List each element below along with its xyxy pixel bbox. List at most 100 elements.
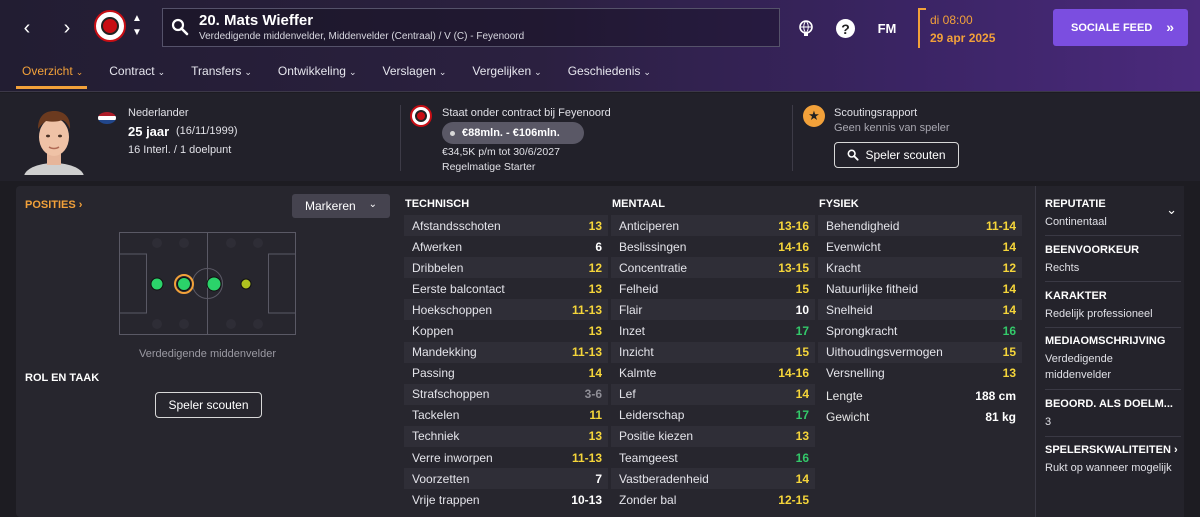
character-section: KARAKTER Redelijk professioneel (1045, 290, 1181, 322)
chevron-right-icon: › (75, 199, 83, 211)
player-face-image[interactable] (20, 103, 88, 175)
tab-contract[interactable]: Contract ⌄ (103, 62, 165, 88)
technical-attribute-row[interactable]: Techniek 13 (404, 425, 608, 448)
attribute-name: Passing (412, 366, 455, 381)
attribute-name: Inzet (619, 324, 646, 339)
position-dot-am (240, 278, 252, 290)
body-measurements: Lengte 188 cm Gewicht 81 kg (818, 385, 1022, 427)
mental-attribute-row[interactable]: Felheid 15 (611, 278, 815, 299)
scout-player-button[interactable]: Speler scouten (834, 142, 959, 168)
mental-attribute-row[interactable]: Beslissingen 14-16 (611, 236, 815, 257)
physical-attributes: Behendigheid 11-14 Evenwicht 14 Kracht 12 Natu… (818, 215, 1022, 384)
media-heading: MEDIAOMSCHRIJVING (1045, 335, 1166, 347)
mental-attribute-row[interactable]: Anticiperen 13-16 (611, 215, 815, 237)
attribute-name: Kalmte (619, 366, 657, 381)
tab-ontwikkeling[interactable]: Ontwikkeling ⌄ (272, 62, 357, 88)
mental-attribute-row[interactable]: Flair 10 (611, 299, 815, 321)
transfer-value-badge[interactable]: €88mln. - €106mln. (442, 122, 584, 144)
social-feed-button[interactable]: SOCIALE FEED » (1053, 9, 1188, 46)
attribute-name: Dribbelen (412, 260, 464, 275)
technical-attribute-row[interactable]: Afwerken 6 (404, 236, 608, 257)
physical-attribute-row[interactable]: Sprongkracht 16 (818, 320, 1022, 341)
attribute-name: Koppen (412, 324, 454, 339)
physical-attribute-row[interactable]: Snelheid 14 (818, 299, 1022, 321)
attribute-value: 6 (595, 239, 602, 254)
attribute-name: Voorzetten (412, 471, 470, 486)
gk-rating-section: BEOORD. ALS DOELM... 3 (1045, 398, 1181, 430)
mental-attribute-row[interactable]: Lef 14 (611, 383, 815, 405)
physical-attribute-row[interactable]: Evenwicht 14 (818, 236, 1022, 257)
positions-link[interactable]: POSITIES › (25, 199, 82, 211)
traits-heading-row: SPELERSKWALITEITEN › (1045, 444, 1181, 456)
mental-attribute-row[interactable]: Kalmte 14-16 (611, 363, 815, 384)
reputation-section[interactable]: REPUTATIE Continentaal ⌄ (1045, 198, 1181, 230)
mental-attribute-row[interactable]: Vastberadenheid 14 (611, 468, 815, 490)
player-switch-icon[interactable]: ▲ ▼ (130, 12, 144, 40)
date-block[interactable]: di 08:00 29 apr 2025 (918, 8, 1038, 48)
height-label: Lengte (826, 388, 863, 403)
mental-attribute-row[interactable]: Positie kiezen 13 (611, 425, 815, 448)
physical-attribute-row[interactable]: Versnelling 13 (818, 363, 1022, 384)
attribute-name: Vastberadenheid (619, 471, 709, 486)
scout-report-subtitle: Geen kennis van speler (834, 122, 950, 134)
technical-attribute-row[interactable]: Vrije trappen 10-13 (404, 489, 608, 510)
globe-icon[interactable] (795, 17, 817, 39)
technical-attribute-row[interactable]: Verre inworpen 11-13 (404, 447, 608, 468)
attribute-value: 11-14 (985, 218, 1016, 233)
fm-logo[interactable]: FM (875, 17, 899, 39)
technical-attribute-row[interactable]: Voorzetten 7 (404, 468, 608, 490)
technical-attribute-row[interactable]: Eerste balcontact 13 (404, 278, 608, 299)
tab-label: Contract (109, 64, 155, 78)
attribute-value: 11-13 (571, 450, 602, 465)
mental-attribute-row[interactable]: Inzet 17 (611, 320, 815, 341)
foot-heading: BEENVOORKEUR (1045, 244, 1140, 256)
technical-attribute-row[interactable]: Mandekking 11-13 (404, 341, 608, 363)
scout-player-button-2[interactable]: Speler scouten (155, 392, 262, 418)
attribute-value: 13 (588, 429, 602, 444)
tab-transfers[interactable]: Transfers ⌄ (185, 62, 252, 88)
chevron-right-icon: › (1170, 444, 1178, 456)
attribute-value: 13 (588, 324, 602, 339)
technical-attribute-row[interactable]: Strafschoppen 3-6 (404, 383, 608, 405)
technical-attribute-row[interactable]: Tackelen 11 (404, 405, 608, 426)
help-icon[interactable]: ? (836, 19, 855, 38)
mental-attribute-row[interactable]: Concentratie 13-15 (611, 257, 815, 279)
mental-attribute-row[interactable]: Leiderschap 17 (611, 405, 815, 426)
attribute-value: 12 (1002, 260, 1016, 275)
attribute-value: 17 (795, 324, 809, 339)
attribute-name: Anticiperen (619, 218, 680, 233)
divider (1045, 389, 1181, 390)
tab-overzicht[interactable]: Overzicht ⌄ (16, 62, 88, 89)
weight-value: 81 kg (985, 409, 1016, 424)
scout-button-label: Speler scouten (865, 148, 946, 162)
player-info-bar: Nederlander 25 jaar (16/11/1999) 16 Inte… (0, 93, 1200, 181)
tab-verslagen[interactable]: Verslagen ⌄ (377, 62, 447, 88)
mental-attribute-row[interactable]: Inzicht 15 (611, 341, 815, 363)
physical-attribute-row[interactable]: Kracht 12 (818, 257, 1022, 279)
technical-attribute-row[interactable]: Koppen 13 (404, 320, 608, 341)
tab-bar: Overzicht ⌄ Contract ⌄ Transfers ⌄ Ontwikke… (16, 62, 671, 89)
mental-attribute-row[interactable]: Zonder bal 12-15 (611, 489, 815, 510)
player-traits-section[interactable]: SPELERSKWALITEITEN › Rukt op wanneer mog… (1045, 444, 1181, 476)
technical-attribute-row[interactable]: Passing 14 (404, 363, 608, 384)
physical-attribute-row[interactable]: Natuurlijke fitheid 14 (818, 278, 1022, 299)
positions-label: POSITIES (25, 199, 76, 211)
back-arrow-icon[interactable]: ‹ (16, 17, 38, 39)
tab-vergelijken[interactable]: Vergelijken ⌄ (466, 62, 541, 88)
physical-attribute-row[interactable]: Behendigheid 11-14 (818, 215, 1022, 237)
technical-attribute-row[interactable]: Afstandsschoten 13 (404, 215, 608, 237)
technical-attribute-row[interactable]: Hoekschoppen 11-13 (404, 299, 608, 321)
technical-attribute-row[interactable]: Dribbelen 12 (404, 257, 608, 279)
player-search-box[interactable]: 20. Mats Wieffer Verdedigende middenveld… (162, 8, 780, 47)
mark-label: Markeren (305, 199, 356, 213)
attribute-value: 10-13 (571, 492, 602, 507)
chevron-down-icon[interactable]: ⌄ (1166, 202, 1177, 218)
mark-dropdown[interactable]: Markeren ⌄ (292, 194, 390, 218)
mental-attribute-row[interactable]: Teamgeest 16 (611, 447, 815, 468)
tab-geschiedenis[interactable]: Geschiedenis ⌄ (562, 62, 651, 88)
physical-attribute-row[interactable]: Uithoudingsvermogen 15 (818, 341, 1022, 363)
transfer-value: €88mln. - €106mln. (462, 127, 560, 139)
scout-button-label: Speler scouten (168, 398, 249, 412)
forward-arrow-icon[interactable]: › (56, 17, 78, 39)
club-logo-icon[interactable] (94, 10, 126, 42)
